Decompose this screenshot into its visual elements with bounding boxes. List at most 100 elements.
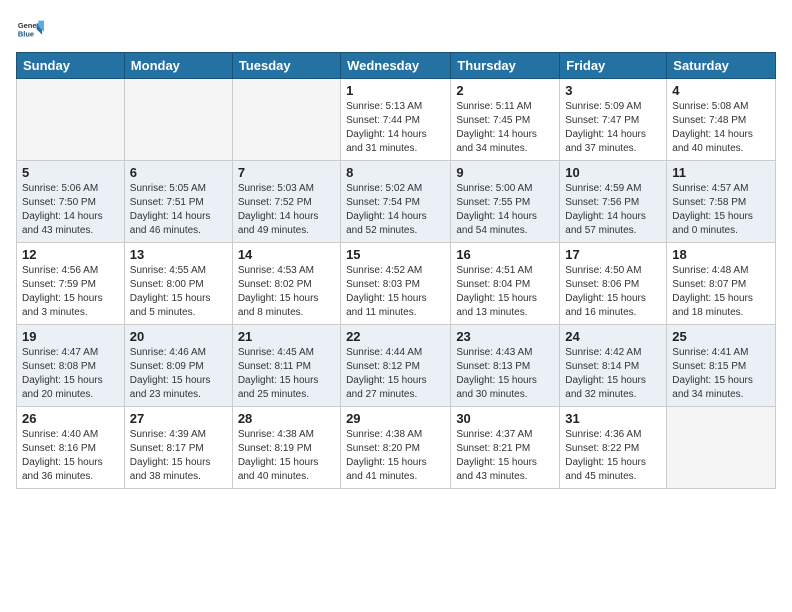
day-info: Sunrise: 4:50 AM Sunset: 8:06 PM Dayligh…	[565, 264, 661, 320]
day-info: Sunrise: 4:56 AM Sunset: 7:59 PM Dayligh…	[22, 264, 119, 320]
calendar-day-cell: 4 Sunrise: 5:08 AM Sunset: 7:48 PM Daylig…	[667, 79, 776, 161]
calendar-day-cell: 12 Sunrise: 4:56 AM Sunset: 7:59 PM Dayli…	[17, 243, 125, 325]
calendar-week-row: 12 Sunrise: 4:56 AM Sunset: 7:59 PM Dayli…	[17, 243, 776, 325]
day-info: Sunrise: 4:55 AM Sunset: 8:00 PM Dayligh…	[130, 264, 227, 320]
column-header-tuesday: Tuesday	[232, 53, 340, 79]
calendar-day-cell: 6 Sunrise: 5:05 AM Sunset: 7:51 PM Daylig…	[124, 161, 232, 243]
day-number: 23	[456, 329, 554, 344]
day-number: 17	[565, 247, 661, 262]
day-info: Sunrise: 5:11 AM Sunset: 7:45 PM Dayligh…	[456, 100, 554, 156]
day-info: Sunrise: 4:43 AM Sunset: 8:13 PM Dayligh…	[456, 346, 554, 402]
day-number: 26	[22, 411, 119, 426]
calendar-header-row: SundayMondayTuesdayWednesdayThursdayFrid…	[17, 53, 776, 79]
day-number: 9	[456, 165, 554, 180]
calendar-day-cell: 28 Sunrise: 4:38 AM Sunset: 8:19 PM Dayli…	[232, 407, 340, 489]
calendar-day-cell: 19 Sunrise: 4:47 AM Sunset: 8:08 PM Dayli…	[17, 325, 125, 407]
day-info: Sunrise: 4:44 AM Sunset: 8:12 PM Dayligh…	[346, 346, 445, 402]
calendar-table: SundayMondayTuesdayWednesdayThursdayFrid…	[16, 52, 776, 489]
column-header-saturday: Saturday	[667, 53, 776, 79]
calendar-day-cell: 21Sunrise: 4:45 AM Sunset: 8:11 PM Dayli…	[232, 325, 340, 407]
column-header-friday: Friday	[560, 53, 667, 79]
column-header-sunday: Sunday	[17, 53, 125, 79]
day-info: Sunrise: 4:36 AM Sunset: 8:22 PM Dayligh…	[565, 428, 661, 484]
calendar-day-cell: 13 Sunrise: 4:55 AM Sunset: 8:00 PM Dayli…	[124, 243, 232, 325]
day-info: Sunrise: 5:02 AM Sunset: 7:54 PM Dayligh…	[346, 182, 445, 238]
day-number: 25	[672, 329, 770, 344]
calendar-week-row: 5 Sunrise: 5:06 AM Sunset: 7:50 PM Daylig…	[17, 161, 776, 243]
calendar-day-cell	[232, 79, 340, 161]
day-info: Sunrise: 4:38 AM Sunset: 8:19 PM Dayligh…	[238, 428, 335, 484]
calendar-day-cell	[124, 79, 232, 161]
day-number: 20	[130, 329, 227, 344]
logo-icon: General Blue	[16, 16, 44, 44]
day-number: 15	[346, 247, 445, 262]
day-info: Sunrise: 4:57 AM Sunset: 7:58 PM Dayligh…	[672, 182, 770, 238]
day-number: 1	[346, 83, 445, 98]
day-info: Sunrise: 4:39 AM Sunset: 8:17 PM Dayligh…	[130, 428, 227, 484]
day-number: 29	[346, 411, 445, 426]
day-info: Sunrise: 4:46 AM Sunset: 8:09 PM Dayligh…	[130, 346, 227, 402]
logo: General Blue	[16, 16, 44, 44]
day-info: Sunrise: 5:06 AM Sunset: 7:50 PM Dayligh…	[22, 182, 119, 238]
day-number: 19	[22, 329, 119, 344]
day-number: 22	[346, 329, 445, 344]
day-number: 14	[238, 247, 335, 262]
day-info: Sunrise: 4:38 AM Sunset: 8:20 PM Dayligh…	[346, 428, 445, 484]
calendar-day-cell: 15Sunrise: 4:52 AM Sunset: 8:03 PM Dayli…	[341, 243, 451, 325]
day-number: 5	[22, 165, 119, 180]
day-info: Sunrise: 4:37 AM Sunset: 8:21 PM Dayligh…	[456, 428, 554, 484]
day-number: 12	[22, 247, 119, 262]
day-number: 13	[130, 247, 227, 262]
day-number: 11	[672, 165, 770, 180]
calendar-day-cell: 5 Sunrise: 5:06 AM Sunset: 7:50 PM Daylig…	[17, 161, 125, 243]
calendar-day-cell: 10 Sunrise: 4:59 AM Sunset: 7:56 PM Dayli…	[560, 161, 667, 243]
day-number: 27	[130, 411, 227, 426]
calendar-week-row: 26Sunrise: 4:40 AM Sunset: 8:16 PM Dayli…	[17, 407, 776, 489]
calendar-week-row: 19 Sunrise: 4:47 AM Sunset: 8:08 PM Dayli…	[17, 325, 776, 407]
day-info: Sunrise: 5:13 AM Sunset: 7:44 PM Dayligh…	[346, 100, 445, 156]
column-header-monday: Monday	[124, 53, 232, 79]
calendar-day-cell: 30 Sunrise: 4:37 AM Sunset: 8:21 PM Dayli…	[451, 407, 560, 489]
header: General Blue	[16, 16, 776, 44]
svg-text:Blue: Blue	[18, 30, 34, 39]
day-info: Sunrise: 4:53 AM Sunset: 8:02 PM Dayligh…	[238, 264, 335, 320]
day-number: 30	[456, 411, 554, 426]
day-number: 16	[456, 247, 554, 262]
calendar-day-cell: 31 Sunrise: 4:36 AM Sunset: 8:22 PM Dayli…	[560, 407, 667, 489]
calendar-day-cell: 11 Sunrise: 4:57 AM Sunset: 7:58 PM Dayli…	[667, 161, 776, 243]
day-number: 7	[238, 165, 335, 180]
day-info: Sunrise: 4:47 AM Sunset: 8:08 PM Dayligh…	[22, 346, 119, 402]
calendar-day-cell	[667, 407, 776, 489]
calendar-day-cell: 22 Sunrise: 4:44 AM Sunset: 8:12 PM Dayli…	[341, 325, 451, 407]
calendar-day-cell: 14 Sunrise: 4:53 AM Sunset: 8:02 PM Dayli…	[232, 243, 340, 325]
calendar-day-cell: 27 Sunrise: 4:39 AM Sunset: 8:17 PM Dayli…	[124, 407, 232, 489]
calendar-week-row: 1 Sunrise: 5:13 AM Sunset: 7:44 PM Daylig…	[17, 79, 776, 161]
calendar-day-cell: 25 Sunrise: 4:41 AM Sunset: 8:15 PM Dayli…	[667, 325, 776, 407]
calendar-day-cell: 16Sunrise: 4:51 AM Sunset: 8:04 PM Dayli…	[451, 243, 560, 325]
day-number: 6	[130, 165, 227, 180]
calendar-day-cell: 1 Sunrise: 5:13 AM Sunset: 7:44 PM Daylig…	[341, 79, 451, 161]
day-info: Sunrise: 5:09 AM Sunset: 7:47 PM Dayligh…	[565, 100, 661, 156]
day-number: 10	[565, 165, 661, 180]
day-number: 4	[672, 83, 770, 98]
calendar-day-cell: 2 Sunrise: 5:11 AM Sunset: 7:45 PM Daylig…	[451, 79, 560, 161]
day-number: 24	[565, 329, 661, 344]
calendar-day-cell: 18Sunrise: 4:48 AM Sunset: 8:07 PM Dayli…	[667, 243, 776, 325]
calendar-day-cell: 7Sunrise: 5:03 AM Sunset: 7:52 PM Daylig…	[232, 161, 340, 243]
day-number: 31	[565, 411, 661, 426]
calendar-day-cell: 24 Sunrise: 4:42 AM Sunset: 8:14 PM Dayli…	[560, 325, 667, 407]
day-info: Sunrise: 5:08 AM Sunset: 7:48 PM Dayligh…	[672, 100, 770, 156]
day-info: Sunrise: 4:48 AM Sunset: 8:07 PM Dayligh…	[672, 264, 770, 320]
column-header-wednesday: Wednesday	[341, 53, 451, 79]
day-number: 28	[238, 411, 335, 426]
calendar-day-cell: 17 Sunrise: 4:50 AM Sunset: 8:06 PM Dayli…	[560, 243, 667, 325]
day-number: 21	[238, 329, 335, 344]
day-number: 2	[456, 83, 554, 98]
calendar-day-cell: 23 Sunrise: 4:43 AM Sunset: 8:13 PM Dayli…	[451, 325, 560, 407]
calendar-day-cell: 3Sunrise: 5:09 AM Sunset: 7:47 PM Daylig…	[560, 79, 667, 161]
day-info: Sunrise: 4:42 AM Sunset: 8:14 PM Dayligh…	[565, 346, 661, 402]
calendar-day-cell: 20 Sunrise: 4:46 AM Sunset: 8:09 PM Dayli…	[124, 325, 232, 407]
day-info: Sunrise: 4:41 AM Sunset: 8:15 PM Dayligh…	[672, 346, 770, 402]
day-info: Sunrise: 5:05 AM Sunset: 7:51 PM Dayligh…	[130, 182, 227, 238]
day-info: Sunrise: 4:59 AM Sunset: 7:56 PM Dayligh…	[565, 182, 661, 238]
